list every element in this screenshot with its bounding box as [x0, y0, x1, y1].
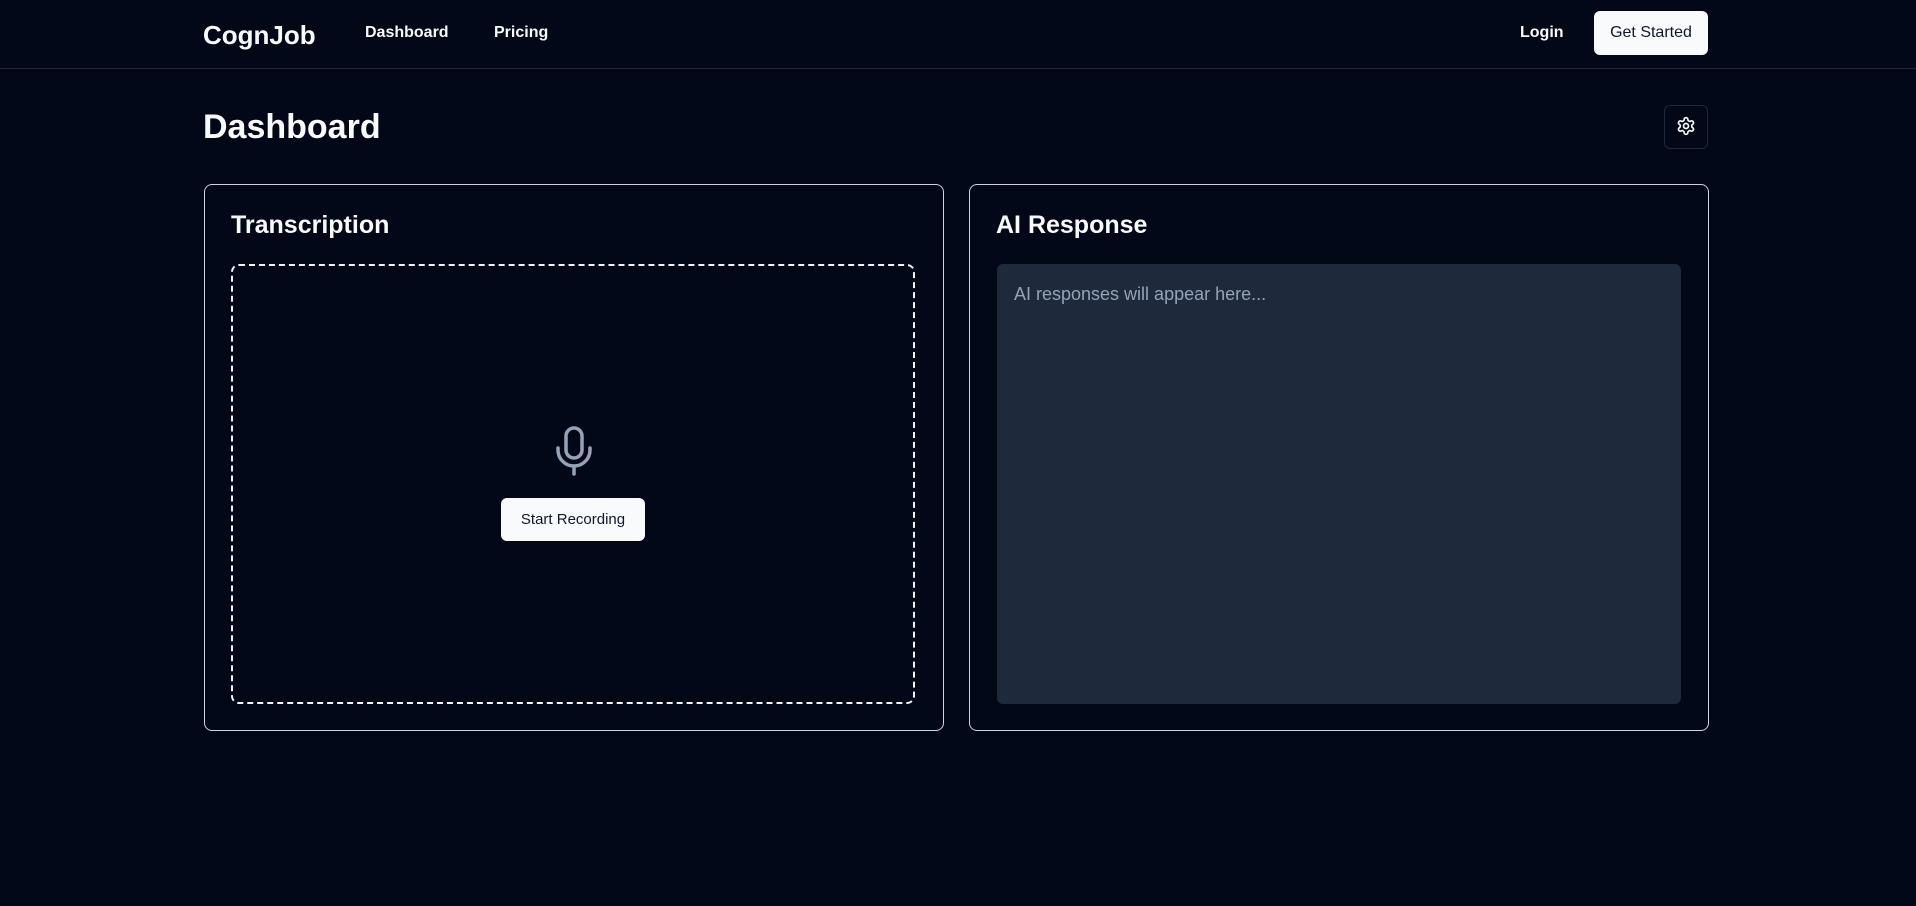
login-link[interactable]: Login [1520, 24, 1564, 42]
ai-response-card: AI Response AI responses will appear her… [969, 184, 1709, 731]
brand-logo[interactable]: CognJob [203, 20, 316, 51]
top-navbar: CognJob Dashboard Pricing Login Get Star… [0, 0, 1916, 69]
start-recording-button[interactable]: Start Recording [501, 498, 645, 541]
ai-response-title: AI Response [996, 211, 1148, 239]
get-started-button[interactable]: Get Started [1594, 11, 1708, 55]
settings-button[interactable] [1664, 105, 1708, 149]
nav-pricing-link[interactable]: Pricing [494, 24, 548, 42]
nav-dashboard-link[interactable]: Dashboard [365, 24, 449, 42]
gear-icon [1676, 116, 1696, 139]
page-title: Dashboard [203, 108, 381, 146]
transcription-title: Transcription [231, 211, 390, 239]
microphone-icon [554, 426, 594, 476]
ai-response-area: AI responses will appear here... [997, 264, 1681, 704]
ai-response-placeholder: AI responses will appear here... [1014, 284, 1267, 304]
recording-dropzone: Start Recording [231, 264, 915, 704]
transcription-card: Transcription Start Recording [204, 184, 944, 731]
